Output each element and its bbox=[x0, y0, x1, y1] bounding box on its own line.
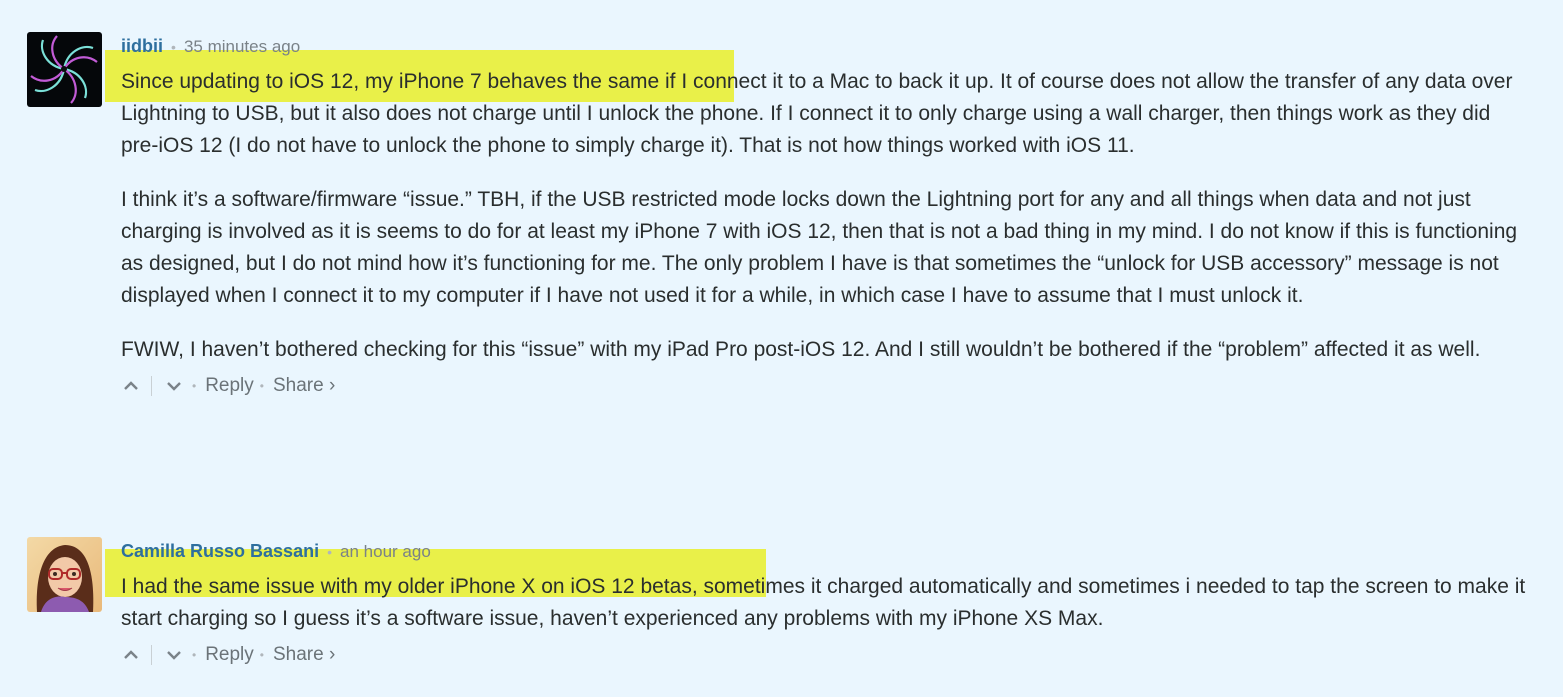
comment-footer: • Reply • Share › bbox=[121, 374, 1533, 398]
highlighted-text: I had the same issue with my older iPhon… bbox=[121, 575, 698, 598]
upvote-button[interactable] bbox=[121, 645, 143, 665]
footer-separator: • bbox=[192, 648, 197, 662]
chevron-up-icon bbox=[124, 381, 138, 390]
meta-separator: • bbox=[171, 39, 176, 55]
comment-footer: • Reply • Share › bbox=[121, 643, 1533, 667]
footer-separator: • bbox=[259, 379, 264, 393]
comment-header: iidbii • 35 minutes ago bbox=[121, 36, 1533, 56]
timestamp[interactable]: 35 minutes ago bbox=[184, 37, 300, 56]
timestamp[interactable]: an hour ago bbox=[340, 542, 431, 561]
vote-divider bbox=[151, 376, 152, 396]
upvote-button[interactable] bbox=[121, 376, 143, 396]
chevron-down-icon bbox=[167, 382, 181, 391]
reply-link[interactable]: Reply bbox=[205, 374, 254, 398]
share-link[interactable]: Share › bbox=[273, 643, 335, 667]
reply-link[interactable]: Reply bbox=[205, 643, 254, 667]
author-name[interactable]: iidbii bbox=[121, 36, 163, 56]
comment-header: Camilla Russo Bassani • an hour ago bbox=[121, 541, 1533, 561]
comment-paragraph: I think it’s a software/firmware “issue.… bbox=[121, 188, 1518, 307]
avatar[interactable] bbox=[27, 32, 102, 107]
meta-separator: • bbox=[327, 544, 333, 560]
comment-paragraph: Since updating to iOS 12, my iPhone 7 be… bbox=[121, 66, 1533, 162]
comment-body: I had the same issue with my older iPhon… bbox=[121, 571, 1533, 635]
chevron-down-icon bbox=[167, 651, 181, 660]
avatar[interactable] bbox=[27, 537, 102, 612]
footer-separator: • bbox=[259, 648, 264, 662]
author-name[interactable]: Camilla Russo Bassani bbox=[121, 541, 319, 561]
footer-separator: • bbox=[192, 379, 197, 393]
comment-paragraph: I had the same issue with my older iPhon… bbox=[121, 571, 1533, 635]
chevron-up-icon bbox=[124, 650, 138, 659]
share-link[interactable]: Share › bbox=[273, 374, 335, 398]
comment-paragraph: FWIW, I haven’t bothered checking for th… bbox=[121, 338, 1481, 361]
comment-body: Since updating to iOS 12, my iPhone 7 be… bbox=[121, 66, 1533, 366]
highlighted-text: Since updating to iOS 12, my iPhone 7 be… bbox=[121, 70, 670, 93]
downvote-button[interactable] bbox=[164, 645, 186, 665]
downvote-button[interactable] bbox=[164, 376, 186, 396]
avatar-image bbox=[27, 537, 102, 612]
avatar-image bbox=[27, 32, 102, 107]
vote-divider bbox=[151, 645, 152, 665]
